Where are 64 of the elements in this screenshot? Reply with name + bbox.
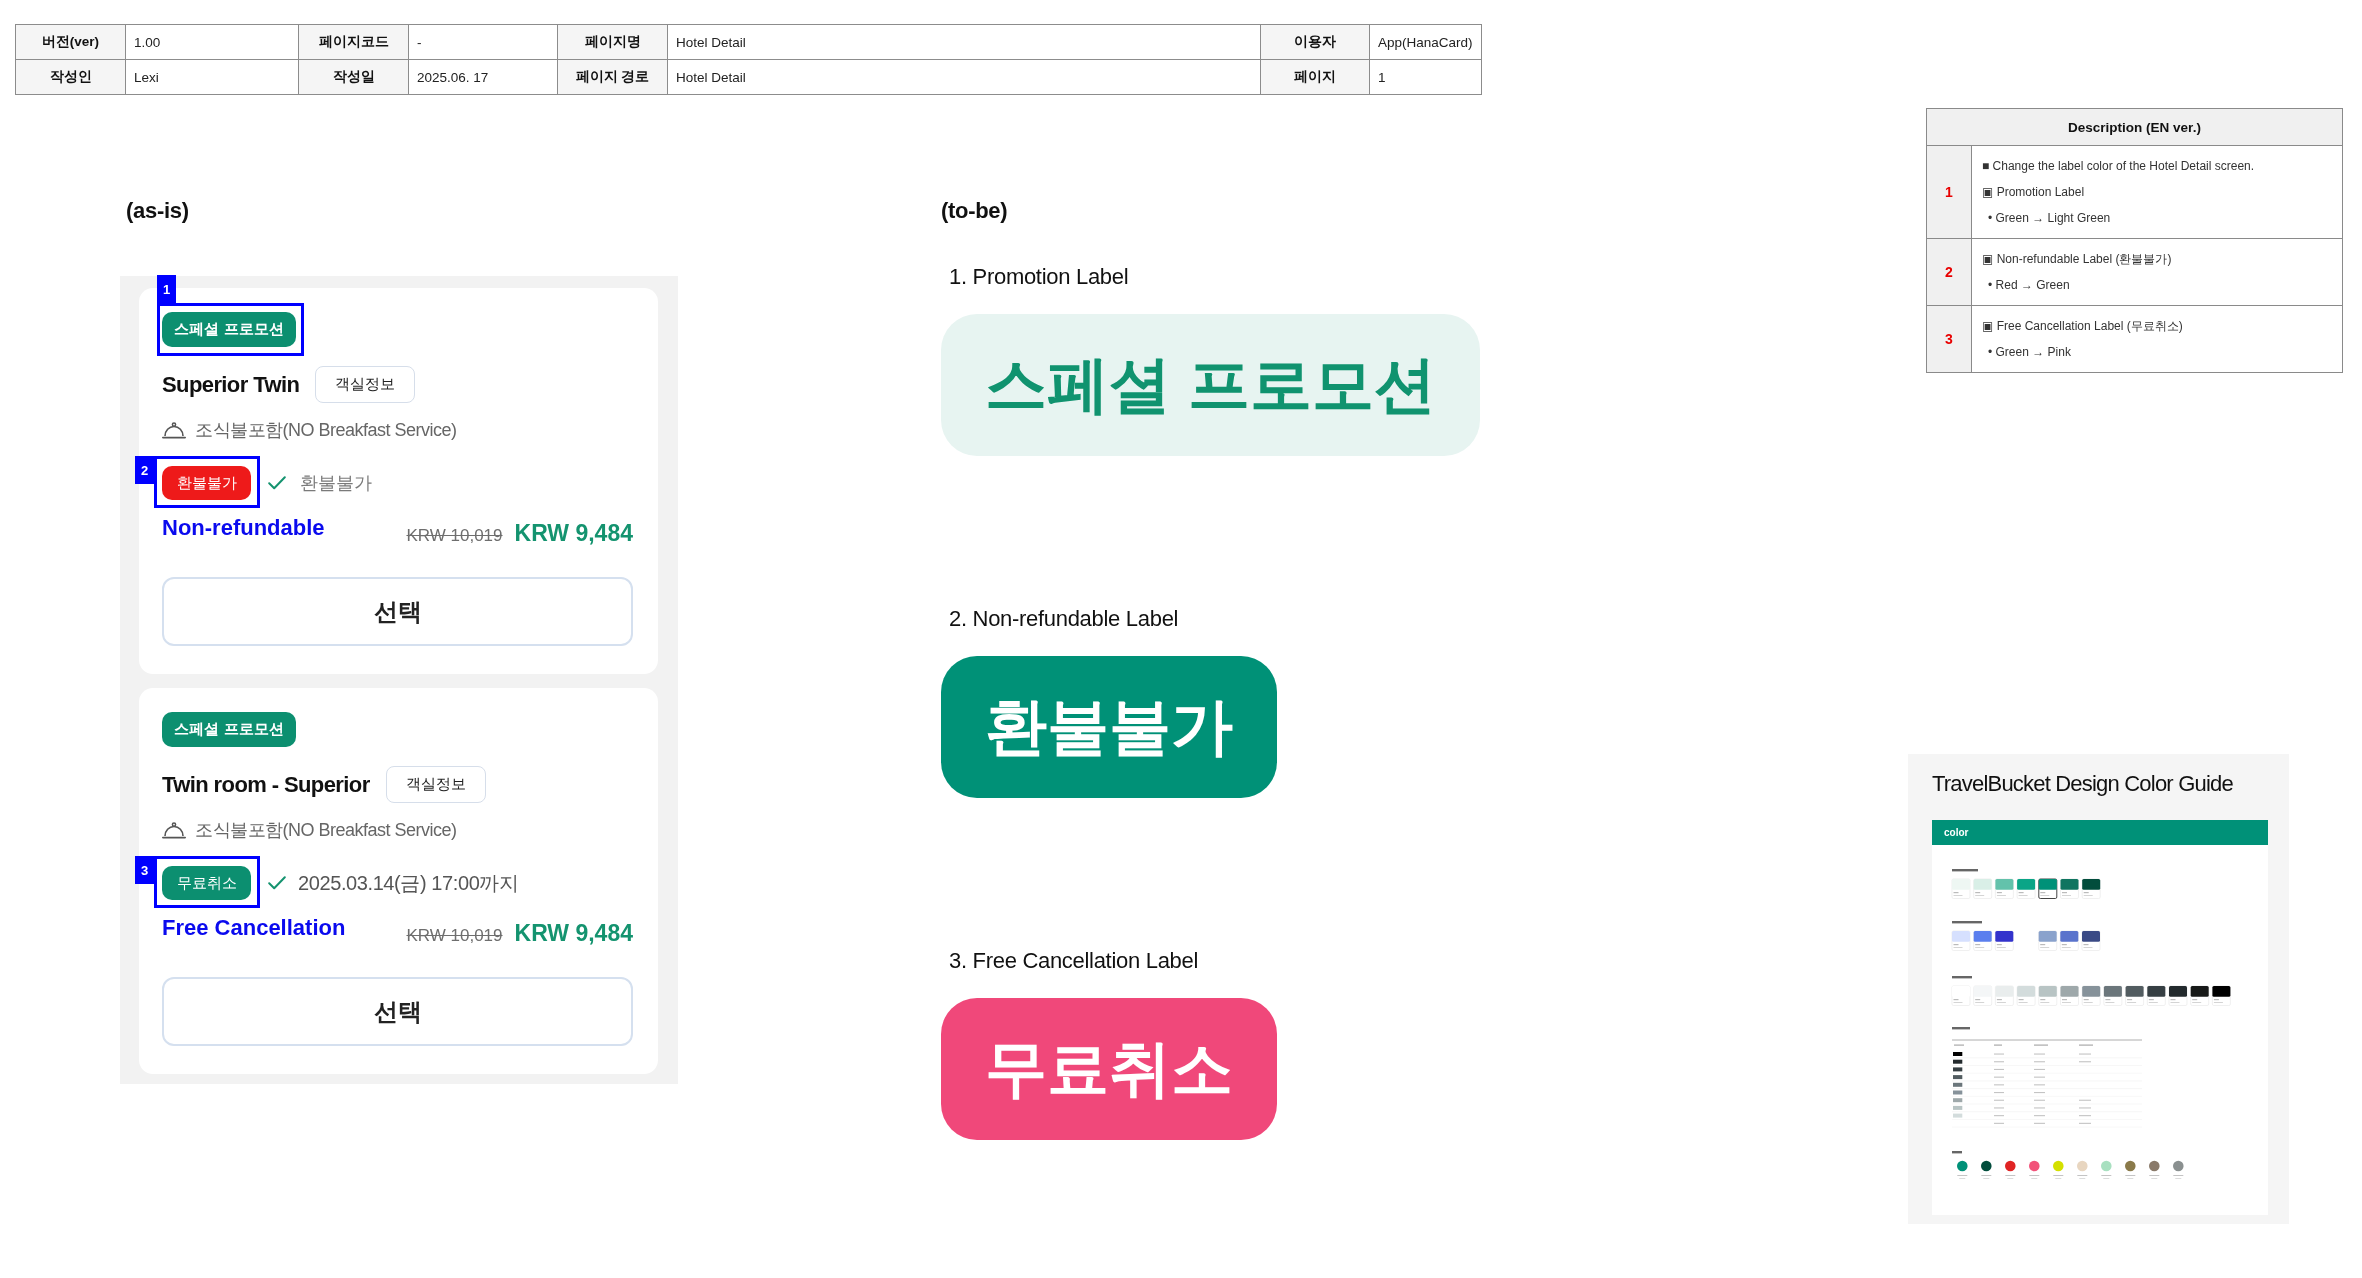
refund-policy-label: 무료취소 xyxy=(162,866,251,900)
label-heading: 2. Non-refundable Label xyxy=(948,605,1179,633)
guide-title: TravelBucket Design Color Guide xyxy=(1932,770,2234,798)
select-button[interactable]: 선택 xyxy=(162,577,633,646)
row-number: 2 xyxy=(1926,238,1972,306)
policy-note: Non-refundable xyxy=(162,514,325,542)
label-preview: 무료취소 xyxy=(941,998,1277,1140)
field-value: 2025.06. 17 xyxy=(408,59,558,95)
check-icon xyxy=(268,876,286,890)
section-title: (to-be) xyxy=(941,197,1009,225)
room-name: Twin room - Superior xyxy=(162,771,370,798)
description-line: • Red → Green xyxy=(1987,277,2071,294)
section-header: color xyxy=(1932,820,2268,845)
policy-note: Free Cancellation xyxy=(162,914,346,942)
field-value: Hotel Detail xyxy=(667,24,1261,60)
description-line: • Green → Light Green xyxy=(1987,210,2112,227)
field-label: 페이지코드 xyxy=(298,24,409,60)
sale-price: KRW 9,484 xyxy=(514,520,633,547)
field-label: 페이지 경로 xyxy=(557,59,668,95)
policy-detail: 환불불가 xyxy=(300,472,372,495)
annotation-number: 1 xyxy=(157,275,176,303)
section-title: (as-is) xyxy=(125,197,190,225)
meal-info: 조식불포함(NO Breakfast Service) xyxy=(195,419,457,442)
row-number: 3 xyxy=(1926,305,1972,373)
table-header: Description (EN ver.) xyxy=(1926,108,2343,146)
promotion-label: 스페셜 프로모션 xyxy=(162,312,296,347)
sale-price: KRW 9,484 xyxy=(514,920,633,947)
policy-detail: 2025.03.14(금) 17:00까지 xyxy=(298,870,519,896)
description-line: • Green → Pink xyxy=(1987,344,2072,361)
service-bell-icon xyxy=(162,421,186,439)
room-info-button[interactable]: 객실정보 xyxy=(315,366,416,403)
refund-policy-label: 환불불가 xyxy=(162,466,251,500)
label-preview: 스페셜 프로모션 xyxy=(941,314,1481,456)
description-line: ■ Change the label color of the Hotel Detail screen. xyxy=(1982,158,2256,175)
check-icon xyxy=(268,476,286,490)
annotation-number: 2 xyxy=(135,456,154,484)
label-heading: 1. Promotion Label xyxy=(948,263,1129,291)
description-line: ▣ Free Cancellation Label (무료취소) xyxy=(1982,318,2184,335)
field-label: 페이지명 xyxy=(557,24,668,60)
field-value: 1.00 xyxy=(125,24,299,60)
promotion-label: 스페셜 프로모션 xyxy=(162,712,296,747)
field-label: 버전(ver) xyxy=(15,24,126,60)
field-label: 페이지 xyxy=(1260,59,1370,95)
field-label: 이용자 xyxy=(1260,24,1370,60)
field-value: 1 xyxy=(1369,59,1482,95)
service-bell-icon xyxy=(162,821,186,839)
label-preview: 환불불가 xyxy=(941,656,1277,798)
original-price: KRW 10,019 xyxy=(406,926,503,946)
room-info-button[interactable]: 객실정보 xyxy=(385,766,486,803)
description-line: ▣ Promotion Label xyxy=(1982,184,2086,201)
row-number: 1 xyxy=(1926,145,1972,239)
original-price: KRW 10,019 xyxy=(406,526,503,546)
select-button[interactable]: 선택 xyxy=(162,977,633,1046)
field-label: 작성인 xyxy=(15,59,126,95)
field-value: Lexi xyxy=(125,59,299,95)
annotation-number: 3 xyxy=(135,856,154,884)
description-line: ▣ Non-refundable Label (환불불가) xyxy=(1982,251,2173,268)
field-value: - xyxy=(408,24,558,60)
field-value: Hotel Detail xyxy=(667,59,1261,95)
field-value: App(HanaCard) xyxy=(1369,24,1482,60)
field-label: 작성일 xyxy=(298,59,409,95)
meal-info: 조식불포함(NO Breakfast Service) xyxy=(195,819,457,842)
label-heading: 3. Free Cancellation Label xyxy=(948,947,1199,975)
room-name: Superior Twin xyxy=(162,371,300,398)
